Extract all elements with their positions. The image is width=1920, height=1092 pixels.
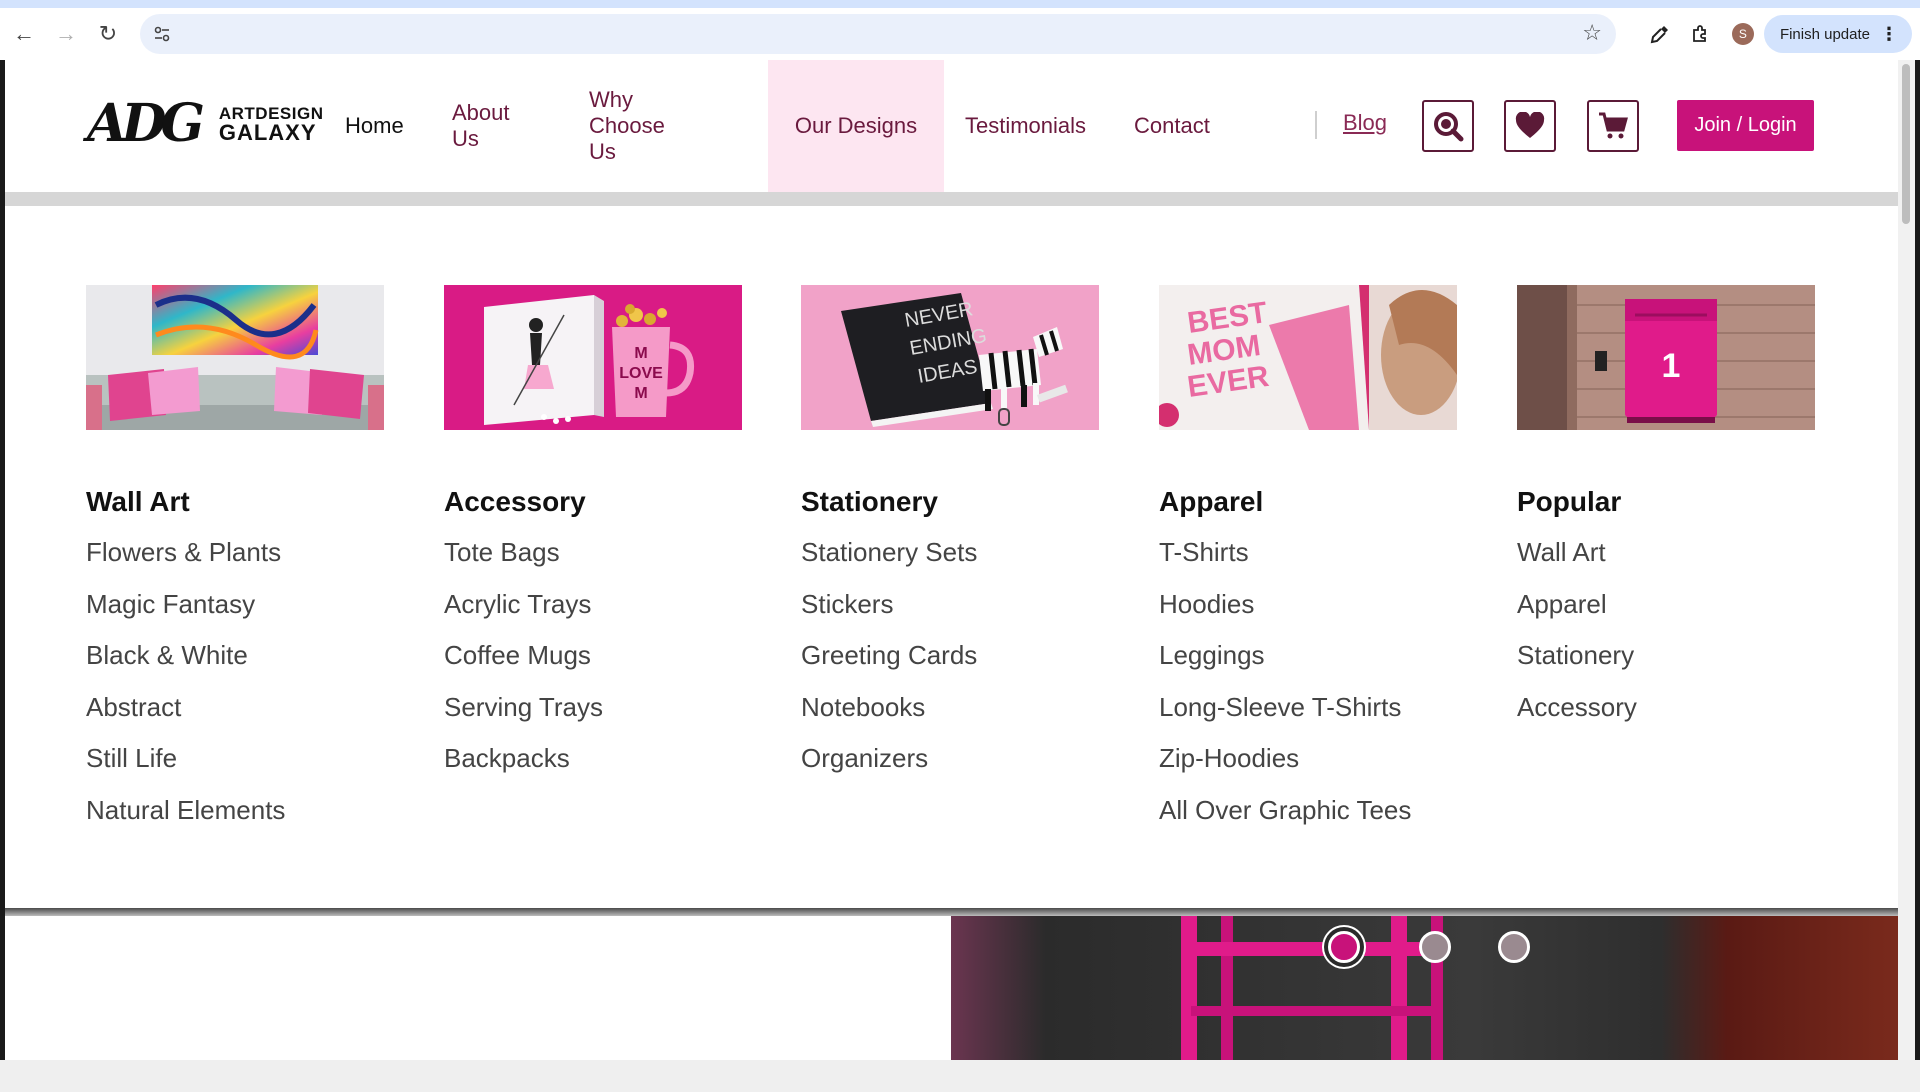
menu-item[interactable]: T-Shirts xyxy=(1159,532,1457,584)
designs-mega-menu: Wall Art Flowers & Plants Magic Fantasy … xyxy=(5,206,1898,908)
nav-contact[interactable]: Contact xyxy=(1112,60,1232,192)
eyedropper-icon[interactable] xyxy=(1642,16,1678,52)
nav-why-choose-us[interactable]: Why Choose Us xyxy=(567,60,687,192)
browser-tab-strip xyxy=(0,0,1920,8)
menu-column-title[interactable]: Wall Art xyxy=(86,486,384,518)
forward-icon[interactable]: → xyxy=(48,16,84,52)
profile-avatar[interactable]: S xyxy=(1731,23,1754,45)
menu-column-title[interactable]: Accessory xyxy=(444,486,742,518)
tune-icon[interactable] xyxy=(144,16,180,52)
menu-item[interactable]: Flowers & Plants xyxy=(86,532,384,584)
tshirt-image[interactable]: BEST MOM EVER xyxy=(1159,285,1457,430)
menu-item[interactable]: Notebooks xyxy=(801,687,1099,739)
brand-logo[interactable]: ADG ARTDESIGN GALAXY xyxy=(87,98,323,150)
hero-text-area xyxy=(5,916,951,1060)
extensions-icon[interactable] xyxy=(1682,16,1718,52)
menu-item[interactable]: Accessory xyxy=(1517,687,1815,739)
heart-icon xyxy=(1515,112,1545,138)
nav-testimonials[interactable]: Testimonials xyxy=(943,60,1108,192)
notebook-zebra-image[interactable]: NEVER ENDING IDEAS xyxy=(801,285,1099,430)
menu-item[interactable]: Backpacks xyxy=(444,738,742,790)
menu-item[interactable]: Coffee Mugs xyxy=(444,635,742,687)
join-login-button[interactable]: Join / Login xyxy=(1677,100,1814,151)
menu-item[interactable]: Abstract xyxy=(86,687,384,739)
logo-line-1: ARTDESIGN xyxy=(218,103,324,123)
cart-icon xyxy=(1599,112,1628,139)
menu-column-popular: 1 Popular Wall Art Apparel Stationery Ac… xyxy=(1517,285,1815,738)
menu-item[interactable]: Stationery xyxy=(1517,635,1815,687)
page-viewport: ADG ARTDESIGN GALAXY Home About Us Why C… xyxy=(5,60,1898,1060)
finish-update-button[interactable]: Finish update ⋮ xyxy=(1763,15,1912,53)
menu-item[interactable]: Hoodies xyxy=(1159,584,1457,636)
menu-column-title[interactable]: Stationery xyxy=(801,486,1099,518)
menu-item[interactable]: Greeting Cards xyxy=(801,635,1099,687)
menu-item[interactable]: Serving Trays xyxy=(444,687,742,739)
svg-text:M: M xyxy=(634,385,647,402)
carousel-dot[interactable] xyxy=(1419,931,1451,963)
blog-link[interactable]: Blog xyxy=(1343,110,1387,136)
menu-item[interactable]: Acrylic Trays xyxy=(444,584,742,636)
search-button[interactable] xyxy=(1422,100,1474,152)
reload-icon[interactable]: ↻ xyxy=(90,16,126,52)
menu-item[interactable]: Wall Art xyxy=(1517,532,1815,584)
carousel-dot[interactable] xyxy=(1498,931,1530,963)
cart-button[interactable] xyxy=(1587,100,1639,152)
svg-text:M: M xyxy=(634,345,647,362)
menu-item[interactable]: Long-Sleeve T-Shirts xyxy=(1159,687,1457,739)
menu-item[interactable]: Stationery Sets xyxy=(801,532,1099,584)
menu-item[interactable]: Apparel xyxy=(1517,584,1815,636)
menu-item[interactable]: All Over Graphic Tees xyxy=(1159,790,1457,842)
menu-item[interactable]: Leggings xyxy=(1159,635,1457,687)
logo-mark: ADG xyxy=(87,93,205,154)
menu-item[interactable]: Tote Bags xyxy=(444,532,742,584)
svg-text:LOVE: LOVE xyxy=(619,365,663,382)
mailbox-image[interactable]: 1 xyxy=(1517,285,1815,430)
menu-column-accessory: M LOVE M Accessory Tote Bags Acrylic Tra… xyxy=(444,285,742,790)
carousel-dot[interactable] xyxy=(1328,931,1360,963)
page-bottom-area xyxy=(0,1060,1920,1092)
nav-our-designs[interactable]: Our Designs xyxy=(768,60,944,192)
sofa-wall-art-image[interactable] xyxy=(86,285,384,430)
menu-item[interactable]: Black & White xyxy=(86,635,384,687)
site-header: ADG ARTDESIGN GALAXY Home About Us Why C… xyxy=(5,60,1898,192)
menu-column-apparel: BEST MOM EVER Apparel T-Shirts Hoodies L… xyxy=(1159,285,1457,841)
menu-item[interactable]: Stickers xyxy=(801,584,1099,636)
menu-item[interactable]: Magic Fantasy xyxy=(86,584,384,636)
menu-column-wall-art: Wall Art Flowers & Plants Magic Fantasy … xyxy=(86,285,384,841)
mega-menu-shadow xyxy=(5,908,1898,916)
menu-item[interactable]: Still Life xyxy=(86,738,384,790)
page-scrollbar[interactable] xyxy=(1898,60,1915,1060)
wishlist-button[interactable] xyxy=(1504,100,1556,152)
scrollbar-thumb[interactable] xyxy=(1902,64,1910,224)
browser-toolbar: ← → ↻ ☆ S Finish update ⋮ xyxy=(0,8,1920,60)
svg-text:1: 1 xyxy=(1662,347,1681,385)
header-strip xyxy=(5,192,1898,206)
logo-line-2: GALAXY xyxy=(218,119,317,145)
nav-divider xyxy=(1315,111,1317,139)
star-icon[interactable]: ☆ xyxy=(1582,20,1602,46)
menu-item[interactable]: Organizers xyxy=(801,738,1099,790)
love-mug-image[interactable]: M LOVE M xyxy=(444,285,742,430)
menu-column-title[interactable]: Apparel xyxy=(1159,486,1457,518)
menu-item[interactable]: Natural Elements xyxy=(86,790,384,842)
back-icon[interactable]: ← xyxy=(6,16,42,52)
menu-item[interactable]: Zip-Hoodies xyxy=(1159,738,1457,790)
search-icon xyxy=(1434,112,1464,142)
menu-column-title[interactable]: Popular xyxy=(1517,486,1815,518)
address-bar[interactable]: ☆ xyxy=(140,14,1616,54)
more-vert-icon[interactable]: ⋮ xyxy=(1880,24,1898,45)
nav-about-us[interactable]: About Us xyxy=(430,60,532,192)
nav-home[interactable]: Home xyxy=(323,60,426,192)
finish-update-label: Finish update xyxy=(1779,25,1870,43)
menu-column-stationery: NEVER ENDING IDEAS Stationery Stationery… xyxy=(801,285,1099,790)
